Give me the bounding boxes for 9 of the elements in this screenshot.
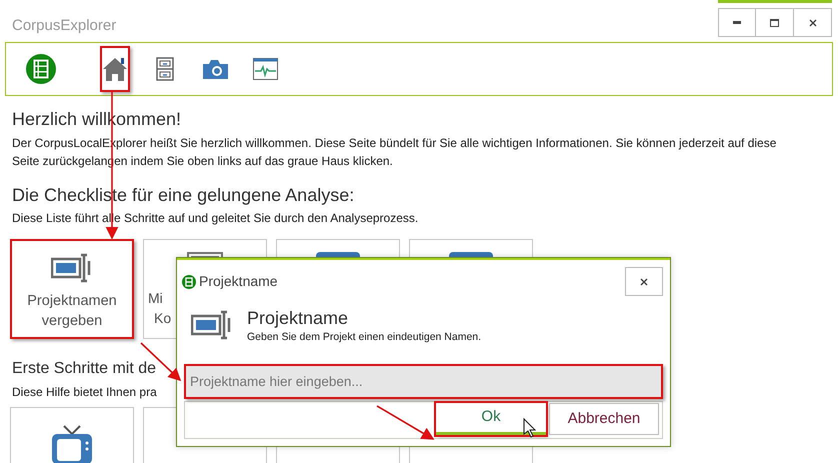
first-steps-text: Diese Hilfe bietet Ihnen pra [12, 384, 157, 401]
dialog-heading: Projektname [247, 307, 350, 330]
first-steps-heading: Erste Schritte mit de [12, 359, 156, 379]
tile-label: Mi [148, 289, 163, 308]
tile-label: Ko [154, 309, 172, 328]
window-title: CorpusExplorer [12, 16, 116, 36]
dialog-text: Geben Sie dem Projekt einen eindeutigen Namen. [247, 330, 482, 344]
dialog-title: Projektname [199, 272, 278, 291]
tile-label: Projektnamen vergeben [26, 292, 118, 331]
